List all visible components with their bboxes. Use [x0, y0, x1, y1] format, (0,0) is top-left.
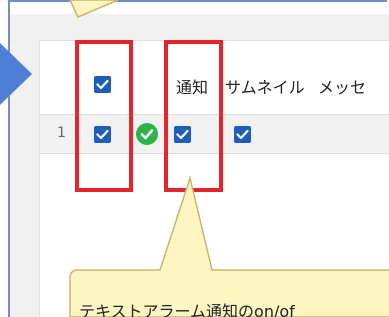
status-ok-icon [136, 123, 158, 145]
column-header-message[interactable]: メッセ [318, 74, 366, 98]
top-callout [69, 0, 119, 18]
row-number: 1 [57, 125, 66, 141]
screenshot-stage: 通知 サムネイル メッセ 1 テキストアラーム通知のon/of [0, 0, 389, 317]
thumbnail-checkbox[interactable] [234, 126, 251, 143]
callout-text: テキストアラーム通知のon/of [79, 302, 295, 317]
arrow-right-icon [0, 43, 32, 105]
top-strip [10, 2, 389, 14]
column-header-thumbnail[interactable]: サムネイル [225, 74, 305, 98]
notification-callout [69, 175, 389, 317]
